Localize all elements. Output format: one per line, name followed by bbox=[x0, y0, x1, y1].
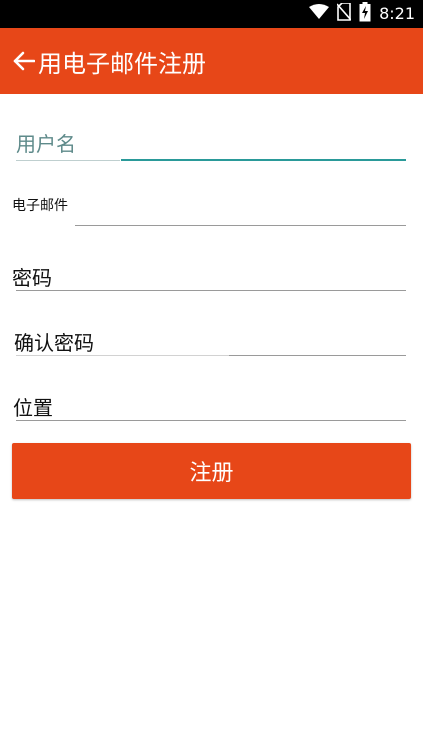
confirm-password-label: 确认密码 bbox=[14, 331, 94, 355]
email-input[interactable] bbox=[76, 196, 406, 224]
password-label: 密码 bbox=[12, 266, 52, 290]
location-underline bbox=[16, 420, 406, 421]
no-sim-icon bbox=[336, 2, 352, 25]
username-underline-left bbox=[16, 160, 120, 161]
username-input[interactable] bbox=[16, 128, 406, 160]
register-button[interactable]: 注册 bbox=[12, 443, 411, 499]
status-bar: 8:21 bbox=[0, 0, 423, 28]
wifi-icon bbox=[309, 4, 330, 24]
page-title: 用电子邮件注册 bbox=[38, 49, 206, 78]
password-underline bbox=[16, 290, 406, 291]
status-time: 8:21 bbox=[379, 4, 415, 23]
password-input[interactable] bbox=[124, 260, 406, 290]
app-bar: 用电子邮件注册 bbox=[0, 28, 423, 94]
confirm-password-underline bbox=[229, 355, 406, 356]
battery-charging-icon bbox=[359, 2, 371, 26]
email-label: 电子邮件 bbox=[12, 198, 68, 214]
arrow-left-icon[interactable] bbox=[10, 47, 38, 75]
confirm-password-underline-left bbox=[16, 355, 229, 356]
username-underline-focus bbox=[121, 159, 406, 161]
confirm-password-input[interactable] bbox=[230, 325, 406, 355]
location-label: 位置 bbox=[13, 396, 53, 420]
location-input[interactable] bbox=[80, 390, 406, 420]
email-underline bbox=[75, 225, 406, 226]
status-icons: 8:21 bbox=[309, 0, 415, 28]
